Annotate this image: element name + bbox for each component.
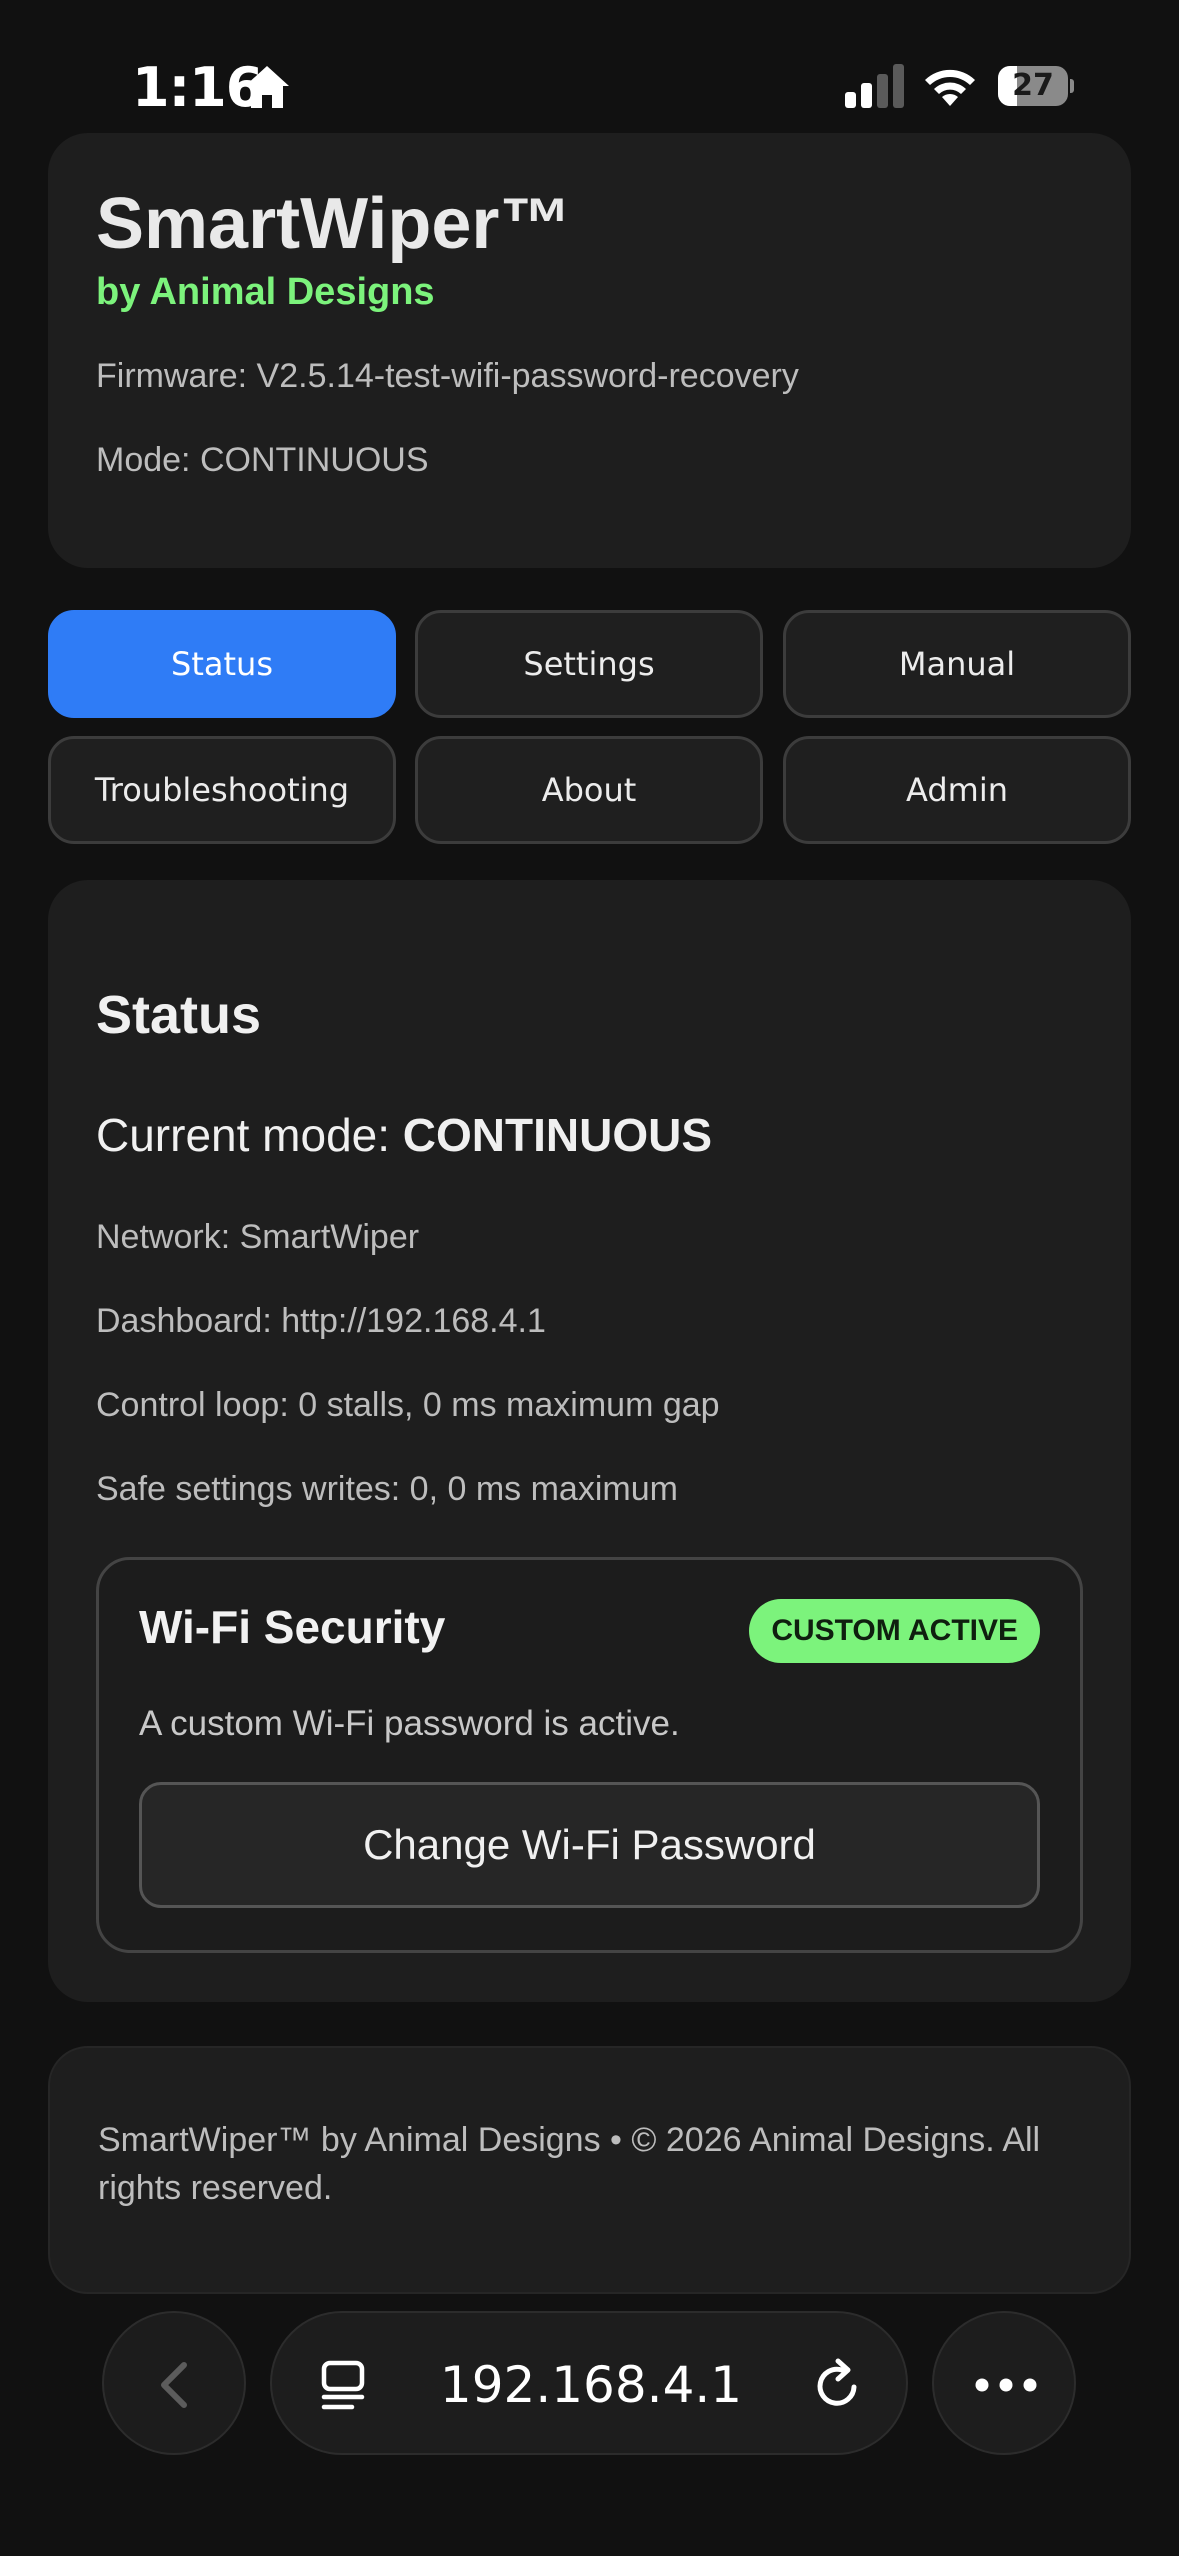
battery-icon: 27 [998, 66, 1074, 106]
safe-writes-info: Safe settings writes: 0, 0 ms maximum [96, 1470, 678, 1508]
header-card: SmartWiper™ by Animal Designs Firmware: … [48, 133, 1131, 568]
network-info: Network: SmartWiper [96, 1218, 420, 1256]
tab-settings[interactable]: Settings [415, 610, 763, 718]
status-heading: Status [96, 985, 262, 1045]
tab-manual[interactable]: Manual [783, 610, 1131, 718]
tab-status[interactable]: Status [48, 610, 396, 718]
change-wifi-password-button[interactable]: Change Wi-Fi Password [139, 1782, 1040, 1908]
current-mode: Current mode: CONTINUOUS [96, 1108, 712, 1162]
dashboard-info: Dashboard: http://192.168.4.1 [96, 1302, 546, 1340]
wifi-security-panel: Wi-Fi Security CUSTOM ACTIVE A custom Wi… [96, 1557, 1083, 1953]
browser-back-button[interactable] [102, 2311, 246, 2455]
app-title: SmartWiper™ [96, 184, 572, 264]
cellular-signal-icon [845, 64, 904, 108]
browser-more-button[interactable] [932, 2311, 1076, 2455]
status-card: Status Current mode: CONTINUOUS Network:… [48, 880, 1131, 2002]
wifi-security-title: Wi-Fi Security [139, 1601, 446, 1653]
control-loop-info: Control loop: 0 stalls, 0 ms maximum gap [96, 1386, 720, 1424]
tab-admin[interactable]: Admin [783, 736, 1131, 844]
custom-active-badge: CUSTOM ACTIVE [749, 1599, 1040, 1663]
wifi-security-description: A custom Wi-Fi password is active. [139, 1704, 680, 1743]
header-mode: Mode: CONTINUOUS [96, 441, 429, 479]
tab-about[interactable]: About [415, 736, 763, 844]
home-icon [245, 66, 289, 108]
tab-troubleshooting[interactable]: Troubleshooting [48, 736, 396, 844]
current-mode-value: CONTINUOUS [402, 1109, 713, 1161]
reload-icon[interactable] [810, 2357, 866, 2413]
battery-level: 27 [1012, 68, 1054, 103]
address-bar[interactable]: 192.168.4.1 [270, 2311, 908, 2455]
app-subtitle: by Animal Designs [96, 271, 435, 313]
more-dots-icon [975, 2378, 1037, 2392]
footer-copyright: SmartWiper™ by Animal Designs • © 2026 A… [98, 2121, 1041, 2207]
wifi-icon [925, 69, 975, 106]
chevron-left-icon [161, 2362, 187, 2408]
footer-card: SmartWiper™ by Animal Designs • © 2026 A… [48, 2046, 1131, 2294]
firmware-version: Firmware: V2.5.14-test-wifi-password-rec… [96, 357, 799, 395]
current-mode-label: Current mode: [96, 1109, 403, 1161]
ios-status-bar: 1:16 27 [0, 0, 1179, 130]
